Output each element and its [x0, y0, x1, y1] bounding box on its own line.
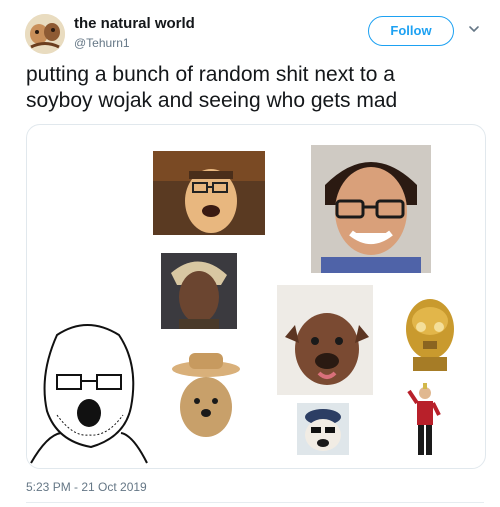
follow-button[interactable]: Follow: [368, 16, 454, 46]
tweet-text: putting a bunch of random shit next to a…: [26, 62, 486, 114]
divider: [26, 502, 484, 503]
dog-cowboy-hat-photo: [171, 349, 241, 441]
dog-photo: [277, 285, 373, 395]
tweet-text-line-2: soyboy wojak and seeing who gets mad: [26, 89, 398, 112]
tweet-media-image[interactable]: [26, 124, 486, 469]
profile-avatar-image: [25, 14, 65, 54]
display-name[interactable]: the natural world: [74, 15, 195, 32]
golden-robot-photo: [399, 291, 461, 371]
small-dog-hat-photo: [297, 403, 349, 455]
wojak-drawing: [27, 315, 151, 465]
tweet-text-line-1: putting a bunch of random shit next to a: [26, 63, 395, 86]
smiling-man-photo: [311, 145, 431, 273]
man-portrait-photo: [161, 253, 237, 329]
user-handle[interactable]: @Tehurn1: [74, 36, 130, 50]
tweet-timestamp[interactable]: 5:23 PM - 21 Oct 2019: [26, 480, 147, 494]
avatar[interactable]: [25, 14, 65, 54]
chevron-down-icon[interactable]: [467, 22, 481, 36]
person-in-red-photo: [407, 383, 443, 461]
cartoon-man-picture: [153, 151, 265, 235]
